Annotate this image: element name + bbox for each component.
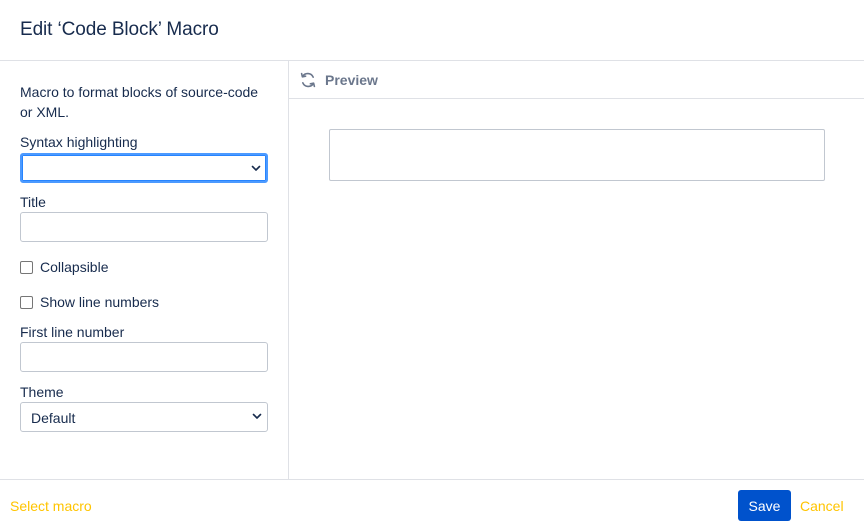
select-macro-link[interactable]: Select macro [10, 498, 92, 514]
dialog-title: Edit ‘Code Block’ Macro [20, 19, 219, 40]
cancel-link[interactable]: Cancel [800, 498, 844, 514]
theme-label: Theme [20, 384, 64, 400]
preview-area [329, 129, 825, 181]
show-line-numbers-option[interactable]: Show line numbers [20, 294, 159, 310]
preview-label: Preview [325, 72, 378, 88]
collapsible-checkbox[interactable] [20, 260, 33, 274]
chevron-down-icon [252, 413, 262, 419]
preview-toolbar: Preview [289, 61, 864, 99]
title-label: Title [20, 194, 46, 210]
first-line-number-label: First line number [20, 324, 125, 340]
macro-parameters-panel: Macro to format blocks of source-code or… [0, 61, 289, 479]
show-line-numbers-checkbox[interactable] [20, 295, 33, 309]
collapsible-label: Collapsible [40, 259, 109, 275]
show-line-numbers-label: Show line numbers [40, 294, 160, 310]
preview-panel: Preview [289, 61, 864, 479]
first-line-number-input[interactable] [20, 342, 268, 372]
chevron-down-icon [251, 165, 261, 171]
title-input[interactable] [20, 212, 268, 242]
theme-select[interactable]: Default [20, 402, 268, 432]
collapsible-option[interactable]: Collapsible [20, 259, 108, 275]
dialog-footer: Select macro Save Cancel [0, 479, 864, 530]
dialog-header: Edit ‘Code Block’ Macro [0, 0, 864, 61]
theme-value: Default [31, 410, 76, 426]
syntax-highlighting-label: Syntax highlighting [20, 134, 138, 150]
macro-description: Macro to format blocks of source-code or… [20, 84, 259, 120]
save-button[interactable]: Save [738, 490, 791, 521]
syntax-highlighting-select[interactable] [20, 153, 268, 183]
refresh-icon[interactable] [299, 71, 317, 89]
